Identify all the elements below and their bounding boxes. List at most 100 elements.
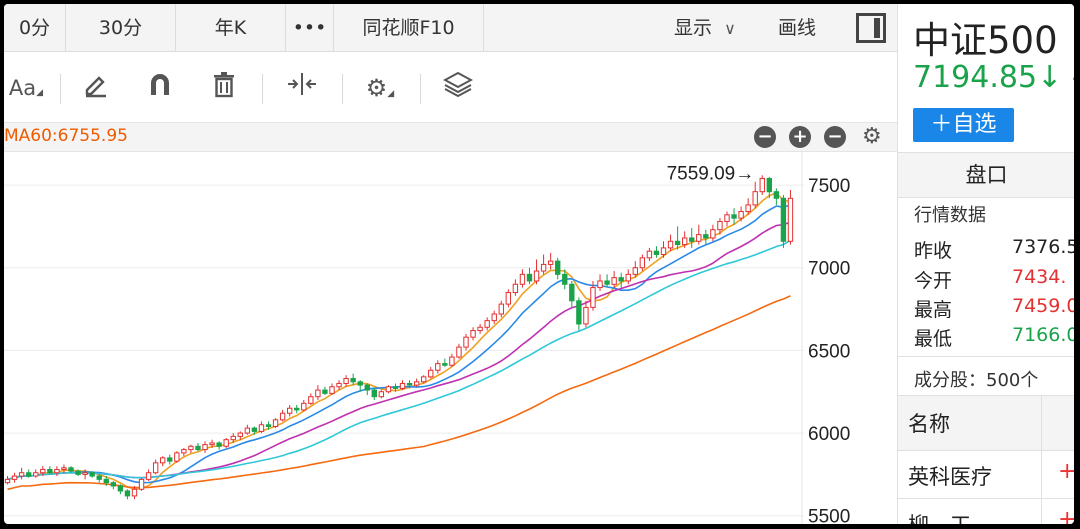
candle-body xyxy=(152,462,159,474)
candle-body xyxy=(110,482,117,487)
candle-body xyxy=(103,478,109,484)
candle-body xyxy=(237,432,243,437)
tab-30min[interactable]: 30分 xyxy=(66,4,176,52)
candle-body xyxy=(167,457,173,462)
quote-row: 昨收 7376.5 xyxy=(914,236,1074,263)
candle-body xyxy=(174,452,180,462)
trash-icon[interactable] xyxy=(204,70,244,106)
quote-value: 7459.0 xyxy=(1012,295,1074,317)
candle-body xyxy=(759,177,765,193)
magnet-tool-icon[interactable] xyxy=(140,70,180,106)
candle-body xyxy=(519,273,526,285)
plus-circle-icon[interactable]: + xyxy=(789,126,811,148)
draw-line-button[interactable]: 画线 xyxy=(778,4,816,52)
layers-icon[interactable] xyxy=(438,70,478,106)
index-name: 中证500 xyxy=(913,19,1058,62)
candle-body xyxy=(54,468,60,474)
candle-body xyxy=(96,475,102,480)
change-sign: + xyxy=(1058,459,1074,484)
candle-body xyxy=(787,197,794,242)
window-frame: 0分 30分 年K ••• 同花顺F10 显示 ∨ 画线 Aa◢ ⚙◢ MA60… xyxy=(0,0,1080,529)
candle-body xyxy=(547,260,554,265)
candle-body xyxy=(265,424,272,427)
tab-more[interactable]: ••• xyxy=(286,4,334,52)
minus-circle-icon[interactable]: − xyxy=(824,126,846,148)
candle-body xyxy=(315,389,321,398)
candle-body xyxy=(89,472,95,477)
stock-name: 柳 工 xyxy=(908,509,971,524)
candle-body xyxy=(33,472,39,477)
candle-body xyxy=(40,468,46,474)
settings-gear-icon[interactable]: ⚙ xyxy=(862,124,882,149)
candle-body xyxy=(286,407,293,414)
candle-body xyxy=(385,386,392,393)
candle-body xyxy=(533,270,540,282)
add-watchlist-button[interactable]: ＋自选 xyxy=(913,108,1014,142)
minus-circle-icon[interactable]: − xyxy=(754,126,776,148)
pen-tool-icon[interactable] xyxy=(76,70,116,106)
candle-body xyxy=(392,386,399,389)
candle-body xyxy=(766,177,772,193)
quote-label: 最低 xyxy=(914,328,953,350)
display-menu[interactable]: 显示 ∨ xyxy=(674,4,736,52)
candle-body xyxy=(724,214,730,222)
stock-app: 0分 30分 年K ••• 同花顺F10 显示 ∨ 画线 Aa◢ ⚙◢ MA60… xyxy=(4,4,1074,524)
candle-body xyxy=(364,384,370,391)
candle-body xyxy=(272,419,279,427)
candle-body xyxy=(18,472,25,477)
pankou-title: 盘口 xyxy=(965,163,1008,187)
candle-body xyxy=(406,382,413,386)
table-row[interactable]: 柳 工 + xyxy=(898,499,1074,524)
candle-body xyxy=(660,247,667,256)
ma-indicator-bar: MA60:6755.95 − + − ⚙ xyxy=(4,122,897,152)
stock-name: 英科医疗 xyxy=(908,465,992,489)
gear-icon[interactable]: ⚙◢ xyxy=(360,70,400,106)
candle-body xyxy=(230,435,236,441)
change-sign: + xyxy=(1058,507,1074,524)
candle-body xyxy=(117,485,124,492)
quote-label: 昨收 xyxy=(914,240,953,262)
candle-body xyxy=(752,191,758,206)
candle-body xyxy=(223,439,229,447)
text-tool-icon[interactable]: Aa◢ xyxy=(4,70,48,106)
quote-value: 7376.5 xyxy=(1012,236,1074,258)
high-marker-label: 7559.09→ xyxy=(667,163,755,184)
pankou-header[interactable]: 盘口 xyxy=(898,152,1074,198)
candle-body xyxy=(618,277,624,282)
candle-body xyxy=(124,490,131,497)
tab-f10[interactable]: 同花顺F10 xyxy=(334,4,484,52)
candle-body xyxy=(4,478,11,484)
candle-body xyxy=(68,467,74,472)
candle-body xyxy=(329,386,335,394)
tab-yearly-k[interactable]: 年K xyxy=(176,4,286,52)
ma-line xyxy=(7,239,791,481)
candle-body xyxy=(717,220,723,231)
candle-body xyxy=(689,237,695,242)
candle-body xyxy=(681,237,688,246)
candle-body xyxy=(294,407,300,411)
y-tick-label: 7000 xyxy=(808,259,850,280)
panel-toggle-icon[interactable] xyxy=(856,13,886,43)
candle-body xyxy=(11,475,18,480)
candle-body xyxy=(484,320,490,328)
candle-body xyxy=(350,378,356,383)
candle-body xyxy=(540,263,547,272)
kline-chart[interactable]: 7500 7000 6500 6000 5500 7559.09→ xyxy=(4,152,897,524)
table-row[interactable]: 英科医疗 + xyxy=(898,451,1074,499)
candle-body xyxy=(47,468,53,474)
tab-minute[interactable]: 0分 xyxy=(4,4,66,52)
candle-body xyxy=(611,277,617,285)
quote-panel: 中证500 7194.85↓ - ＋自选 盘口 行情数据 昨收 7376.5 今开… xyxy=(897,4,1074,524)
compress-icon[interactable] xyxy=(282,70,322,106)
candle-body xyxy=(477,326,483,332)
name-column-header[interactable]: 名称 xyxy=(908,408,950,438)
candle-body xyxy=(583,306,589,325)
candle-body xyxy=(131,488,138,497)
market-data-title: 行情数据 xyxy=(914,205,986,226)
candle-body xyxy=(279,412,286,421)
candle-body xyxy=(696,234,702,242)
candle-body xyxy=(216,442,222,447)
candle-body xyxy=(209,442,215,446)
candle-body xyxy=(625,273,631,282)
candle-body xyxy=(442,363,448,366)
